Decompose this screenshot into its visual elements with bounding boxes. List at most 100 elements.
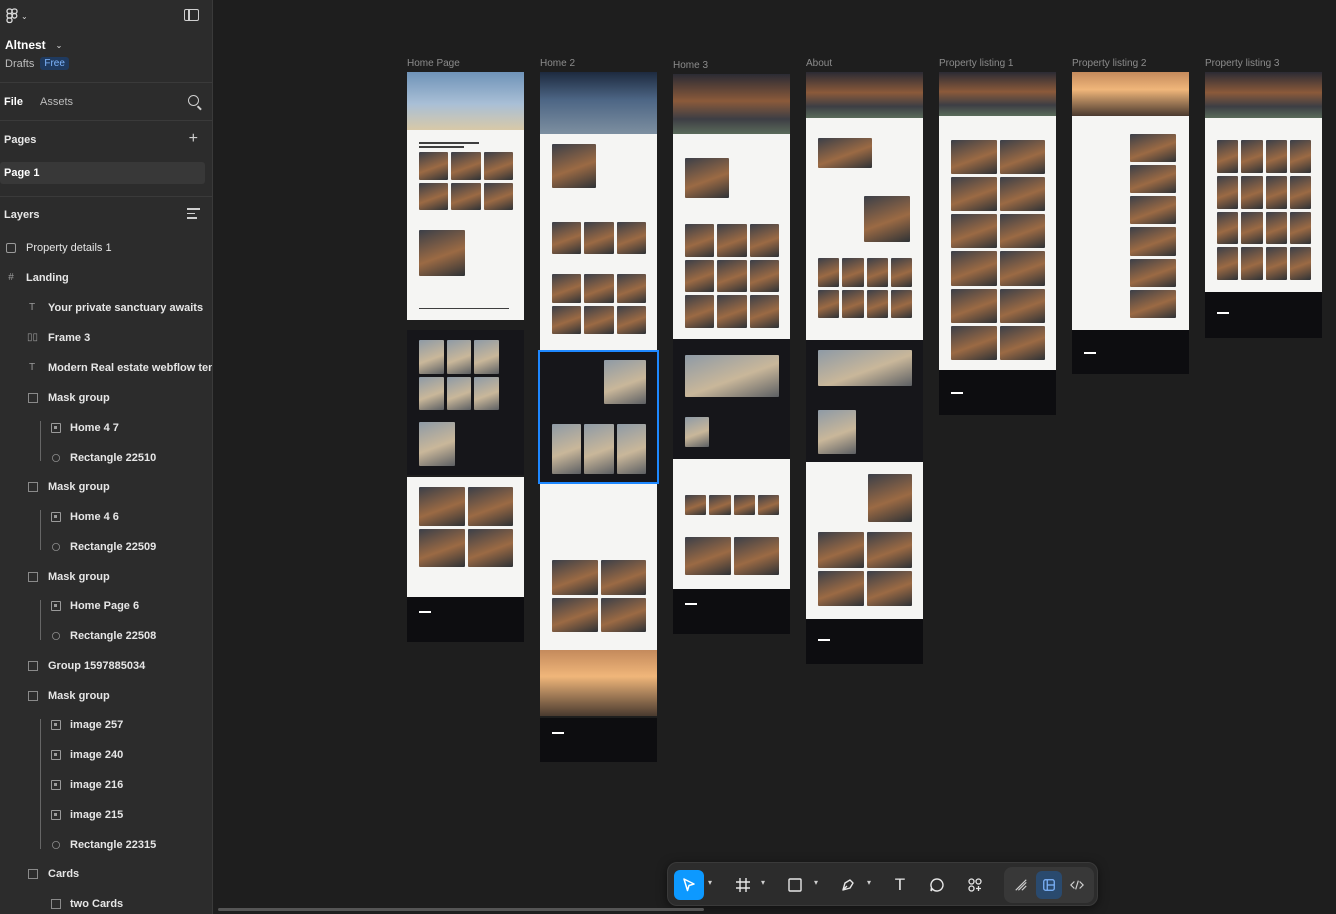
layer-row[interactable]: T Your private sanctuary awaits [0,294,212,322]
hero-image [806,72,923,118]
horizontal-scrollbar[interactable] [218,908,704,911]
layer-label: Cards [48,868,80,880]
divider [0,196,212,197]
frame-label-property-listing-2[interactable]: Property listing 2 [1072,58,1146,69]
panel-tabs: File Assets [0,90,212,114]
comment-icon [930,878,944,892]
selected-section[interactable] [538,350,659,484]
layer-label: Rectangle 22508 [70,630,157,642]
layer-row[interactable]: Mask group [0,473,212,501]
layer-row[interactable]: Rectangle 22508 [0,622,212,650]
layer-row[interactable]: image 216 [0,771,212,799]
sidebar-toggle-icon[interactable] [184,9,199,21]
mask-icon [28,572,38,582]
figma-logo-icon [6,8,18,24]
pen-icon [842,879,854,891]
layers-heading: Layers [4,209,40,221]
section-white [939,116,1056,370]
frame-label-home-2[interactable]: Home 2 [540,58,575,69]
hero-image [407,72,524,130]
divider [0,120,212,121]
search-icon[interactable] [188,95,199,106]
layer-row[interactable]: Group 1597885034 [0,652,212,680]
page-item-page-1[interactable]: Page 1 [0,162,205,184]
layer-row[interactable]: T Modern Real estate webflow temp [0,354,212,382]
group-icon [28,661,38,671]
layer-row[interactable]: Rectangle 22510 [0,444,212,472]
footer [806,619,923,664]
actions-grid-icon [968,878,982,892]
layer-row[interactable]: Mask group [0,384,212,412]
add-page-icon[interactable]: + [189,131,198,147]
layer-row[interactable]: Property details 1 [0,234,212,262]
section-white [1072,116,1189,330]
actions-tool-button[interactable] [963,870,987,900]
chevron-down-icon[interactable]: ▾ [867,878,871,887]
frame-home-2[interactable] [538,72,659,762]
frame-home-3[interactable] [673,74,790,634]
frame-home-page[interactable] [407,72,524,642]
layer-label: Your private sanctuary awaits [48,302,204,314]
layer-row[interactable]: two Cards [0,890,212,914]
image-icon [51,601,61,611]
hash-frame-icon: # [8,272,14,283]
layer-row[interactable]: Home Page 6 [0,592,212,620]
design-mode-button[interactable] [1036,871,1062,899]
layer-label: Property details 1 [26,242,112,254]
frame-property-listing-1[interactable] [939,72,1056,415]
frame-label-property-listing-1[interactable]: Property listing 1 [939,58,1013,69]
layer-row[interactable]: Mask group [0,682,212,710]
chevron-down-icon[interactable]: ▾ [814,878,818,887]
layer-row[interactable]: Cards [0,860,212,888]
layer-row[interactable]: image 257 [0,711,212,739]
layer-row[interactable]: image 240 [0,741,212,769]
bottom-toolbar: ▾ ▾ ▾ ▾ T [667,862,1098,906]
layer-label: Group 1597885034 [48,660,146,672]
layer-label: Rectangle 22510 [70,452,157,464]
hero-image [1205,72,1322,118]
layer-row[interactable]: # Landing [0,264,212,292]
pen-tool-button[interactable] [836,870,860,900]
frame-tool-button[interactable] [731,870,755,900]
section-white [407,130,524,320]
frame-about[interactable] [806,72,923,664]
canvas[interactable]: Home Page Home 2 Home 3 About Property l… [214,0,1336,914]
frame-label-home-3[interactable]: Home 3 [673,60,708,71]
chevron-down-icon[interactable]: ▾ [708,878,712,887]
tab-file[interactable]: File [4,96,23,108]
footer [1205,292,1322,338]
frame-label-home-page[interactable]: Home Page [407,58,460,69]
collapse-layers-icon[interactable] [187,208,200,220]
draw-mode-button[interactable] [1008,871,1034,899]
chevron-down-icon: ⌄ [21,11,28,21]
design-icon [1043,879,1055,891]
comment-tool-button[interactable] [925,870,949,900]
shape-tool-button[interactable] [783,870,807,900]
image-icon [51,512,61,522]
frame-icon [6,243,16,253]
text-tool-button[interactable]: T [888,870,912,900]
layer-row[interactable]: Home 4 6 [0,503,212,531]
frame-property-listing-2[interactable] [1072,72,1189,374]
tab-assets[interactable]: Assets [40,96,73,108]
layer-label: Mask group [48,481,110,493]
frame-label-property-listing-3[interactable]: Property listing 3 [1205,58,1279,69]
layer-row[interactable]: image 215 [0,801,212,829]
project-name[interactable]: Altnest ⌄ [5,38,69,52]
frame-label-about[interactable]: About [806,58,832,69]
layer-row[interactable]: ▯▯ Frame 3 [0,324,212,352]
layer-label: Rectangle 22315 [70,839,157,851]
hero-image [939,72,1056,116]
frame-property-listing-3[interactable] [1205,72,1322,338]
layer-label: Home 4 6 [70,511,119,523]
drafts-label[interactable]: Drafts [5,58,34,70]
move-tool-button[interactable] [674,870,704,900]
layer-row[interactable]: Mask group [0,563,212,591]
layer-row[interactable]: Rectangle 22509 [0,533,212,561]
chevron-down-icon[interactable]: ▾ [761,878,765,887]
layer-row[interactable]: Rectangle 22315 [0,831,212,859]
dev-mode-button[interactable] [1064,871,1090,899]
layer-row[interactable]: Home 4 7 [0,414,212,442]
section-white [407,477,524,597]
main-menu-button[interactable]: ⌄ [6,8,28,24]
